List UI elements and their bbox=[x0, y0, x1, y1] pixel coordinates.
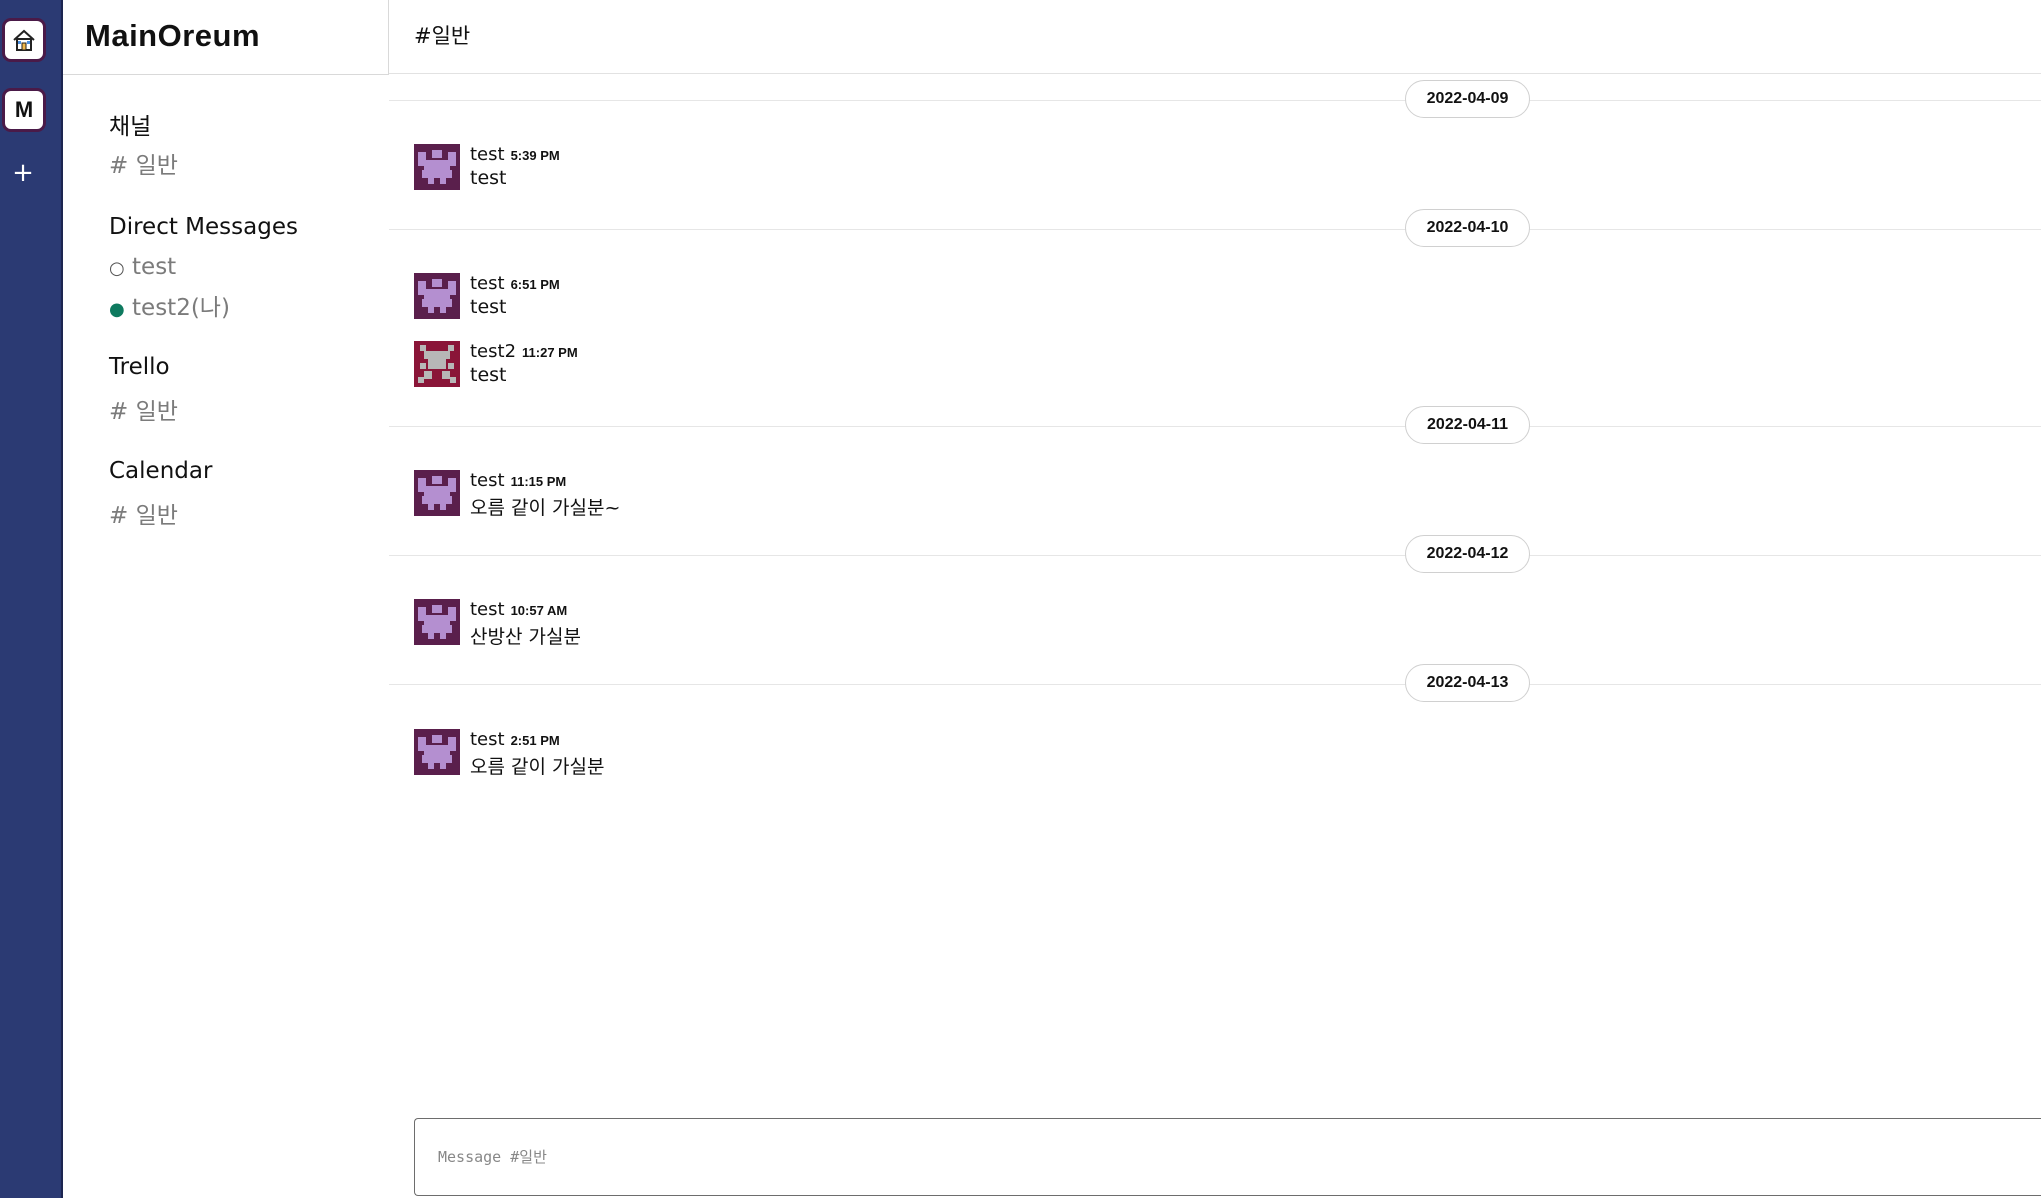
message-text: 산방산 가실분 bbox=[470, 626, 581, 648]
offline-status-icon: ○ bbox=[109, 258, 125, 279]
avatar-purple-icon[interactable] bbox=[414, 470, 460, 516]
avatar-red-icon[interactable] bbox=[414, 341, 460, 387]
message-text: test bbox=[470, 364, 507, 386]
date-pill: 2022-04-11 bbox=[1405, 406, 1530, 444]
message-header: test 2:51 PM bbox=[470, 729, 560, 750]
message-header: test 6:51 PM bbox=[470, 273, 560, 294]
message-user[interactable]: test bbox=[470, 599, 505, 620]
date-divider-line bbox=[389, 555, 2041, 556]
message-text: 오름 같이 가실분 bbox=[470, 756, 605, 778]
message-time: 6:51 PM bbox=[510, 277, 560, 292]
message-item: test 6:51 PM test bbox=[414, 273, 1314, 321]
dm-item-test[interactable]: ○ test bbox=[109, 254, 176, 280]
message-text: 오름 같이 가실분~ bbox=[470, 497, 621, 519]
message-time: 10:57 AM bbox=[510, 603, 568, 618]
dm-section-title[interactable]: Direct Messages bbox=[109, 214, 298, 240]
chat-main: #일반 2022-04-09 test 5:39 PM test 2022-04-… bbox=[389, 0, 2041, 1198]
workspace-rail: M + bbox=[0, 0, 63, 1198]
message-item: test 5:39 PM test bbox=[414, 144, 1314, 192]
dm-item-label: test2(나) bbox=[132, 295, 230, 321]
date-pill: 2022-04-09 bbox=[1405, 80, 1530, 118]
channel-title: #일반 bbox=[414, 24, 471, 48]
message-text: test bbox=[470, 167, 507, 189]
message-item: test 10:57 AM 산방산 가실분 bbox=[414, 599, 1314, 648]
dm-item-label: test bbox=[132, 254, 177, 280]
brand-title: MainOreum bbox=[85, 18, 261, 53]
online-status-icon: ● bbox=[109, 299, 125, 320]
workspace-brand: MainOreum bbox=[63, 0, 389, 75]
date-pill: 2022-04-12 bbox=[1405, 535, 1530, 573]
message-item: test 2:51 PM 오름 같이 가실분 bbox=[414, 729, 1314, 778]
add-workspace-button[interactable]: + bbox=[10, 160, 36, 186]
message-user[interactable]: test2 bbox=[470, 341, 516, 362]
channel-sidebar: MainOreum 채널 # 일반 Direct Messages ○ test… bbox=[63, 0, 389, 1198]
message-item: test2 11:27 PM test bbox=[414, 341, 1314, 389]
date-divider-line bbox=[389, 100, 2041, 101]
message-user[interactable]: test bbox=[470, 729, 505, 750]
date-divider-line bbox=[389, 229, 2041, 230]
calendar-section-title[interactable]: Calendar bbox=[109, 458, 212, 484]
message-text: test bbox=[470, 296, 507, 318]
workspace-initial: M bbox=[14, 97, 34, 122]
message-header: test 5:39 PM bbox=[470, 144, 560, 165]
message-item: test 11:15 PM 오름 같이 가실분~ bbox=[414, 470, 1314, 519]
trello-section-title[interactable]: Trello bbox=[109, 354, 170, 380]
channel-header: #일반 bbox=[389, 0, 2041, 74]
date-divider-line bbox=[389, 426, 2041, 427]
date-divider-line bbox=[389, 684, 2041, 685]
avatar-purple-icon[interactable] bbox=[414, 144, 460, 190]
date-pill: 2022-04-13 bbox=[1405, 664, 1530, 702]
channel-item-general[interactable]: # 일반 bbox=[109, 146, 178, 180]
message-composer bbox=[414, 1118, 2041, 1196]
calendar-item-general[interactable]: # 일반 bbox=[109, 496, 178, 530]
message-time: 5:39 PM bbox=[510, 148, 560, 163]
dm-item-test2[interactable]: ● test2(나) bbox=[109, 288, 230, 322]
message-user[interactable]: test bbox=[470, 273, 505, 294]
home-icon bbox=[13, 29, 35, 51]
message-time: 11:27 PM bbox=[522, 345, 578, 360]
trello-item-general[interactable]: # 일반 bbox=[109, 392, 178, 426]
workspace-m-button[interactable]: M bbox=[2, 88, 46, 132]
message-time: 11:15 PM bbox=[510, 474, 567, 489]
avatar-purple-icon[interactable] bbox=[414, 273, 460, 319]
message-header: test 10:57 AM bbox=[470, 599, 567, 620]
message-header: test2 11:27 PM bbox=[470, 341, 578, 362]
message-header: test 11:15 PM bbox=[470, 470, 566, 491]
channels-section-title[interactable]: 채널 bbox=[109, 107, 151, 141]
message-input[interactable] bbox=[416, 1120, 2016, 1194]
avatar-purple-icon[interactable] bbox=[414, 729, 460, 775]
avatar-purple-icon[interactable] bbox=[414, 599, 460, 645]
plus-icon: + bbox=[12, 158, 34, 188]
home-workspace-button[interactable] bbox=[2, 18, 46, 62]
date-pill: 2022-04-10 bbox=[1405, 209, 1530, 247]
message-user[interactable]: test bbox=[470, 144, 505, 165]
message-time: 2:51 PM bbox=[510, 733, 560, 748]
message-user[interactable]: test bbox=[470, 470, 505, 491]
